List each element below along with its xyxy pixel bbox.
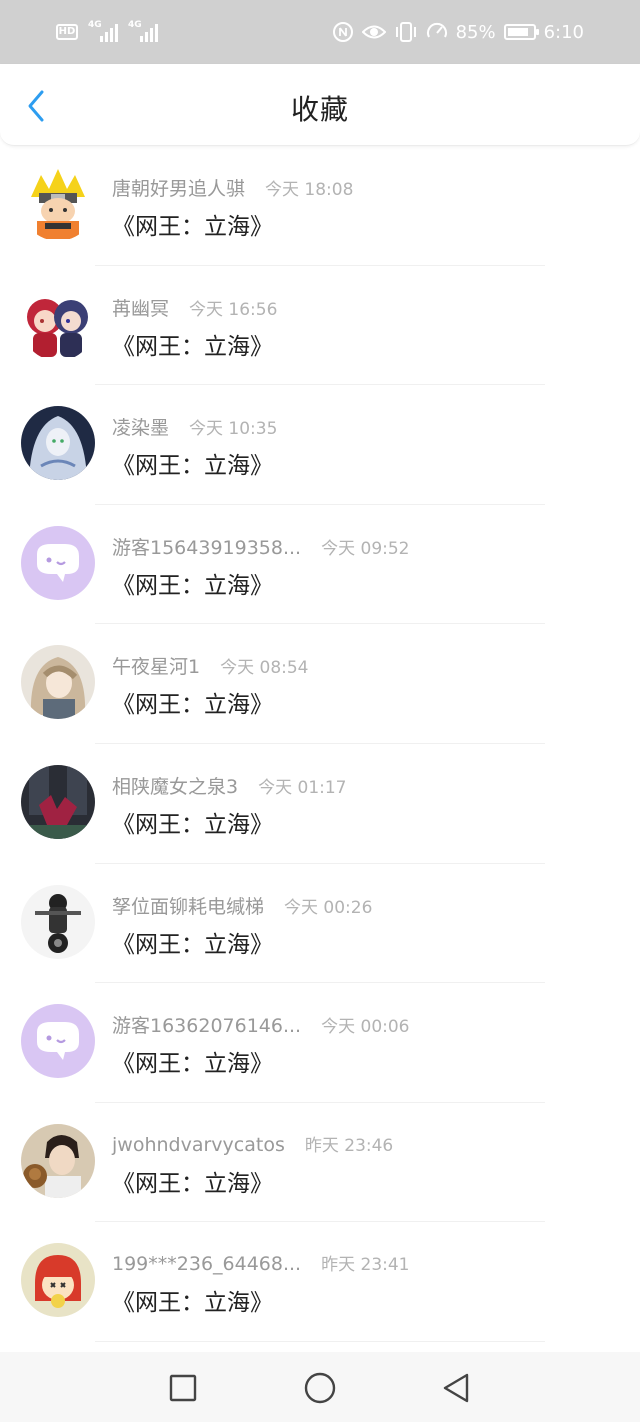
motorcycle-avatar[interactable]: [21, 884, 95, 959]
favorite-list-item[interactable]: 午夜星河1 今天 08:54 《网王：立海》: [0, 624, 640, 744]
username: 凌染墨: [112, 417, 170, 440]
username: 午夜星河1: [112, 656, 201, 679]
username: jwohndvarvycatos: [112, 1133, 285, 1156]
anime-couple-avatar[interactable]: [21, 286, 95, 361]
book-title: 《网王：立海》: [112, 1170, 273, 1197]
timestamp: 今天 16:56: [189, 299, 278, 320]
anime-ninja-avatar[interactable]: [21, 167, 95, 241]
divider: [95, 1340, 545, 1342]
item-meta: jwohndvarvycatos 昨天 23:46: [112, 1131, 393, 1156]
item-meta: 游客16362076146... 今天 00:06: [112, 1011, 410, 1038]
book-title: 《网王：立海》: [112, 692, 273, 719]
username: 唐朝好男追人骐: [112, 178, 246, 200]
recents-button[interactable]: [165, 1370, 201, 1406]
book-title: 《网王：立海》: [112, 453, 273, 480]
back-nav-button[interactable]: [438, 1370, 474, 1406]
status-right: 85% 6:10: [332, 20, 584, 44]
home-circle-icon: [304, 1372, 336, 1404]
book-title: 《网王：立海》: [112, 1290, 273, 1317]
item-meta: 199***236_64468... 昨天 23:41: [112, 1250, 410, 1275]
book-title: 《网王：立海》: [112, 931, 273, 958]
anime-silver-hair-avatar[interactable]: [21, 406, 95, 481]
clock: 6:10: [543, 21, 584, 43]
username: 苒幽冥: [112, 297, 170, 320]
back-triangle-icon: [443, 1373, 469, 1403]
page-title: 收藏: [290, 93, 349, 126]
status-bar: HD 4G 4G 85% 6:10: [0, 0, 640, 64]
signal-icon: 4G: [88, 20, 118, 42]
cartoon-girl-avatar[interactable]: [21, 1243, 95, 1318]
book-title: 《网王：立海》: [112, 811, 273, 838]
favorite-list-item[interactable]: 凌染墨 今天 10:35 《网王：立海》: [0, 385, 640, 505]
hd-icon: HD: [56, 24, 78, 40]
item-meta: 唐朝好男追人骐 今天 18:08: [112, 174, 353, 201]
app-header: 收藏: [0, 64, 640, 146]
favorite-list-item[interactable]: 游客16362076146... 今天 00:06 《网王：立海》: [0, 983, 640, 1103]
item-meta: 孥位面铆耗电缄梯 今天 00:26: [112, 892, 372, 919]
battery-icon: [503, 24, 539, 40]
signal-icon: 4G: [128, 20, 158, 42]
timestamp: 今天 00:06: [321, 1017, 410, 1038]
timestamp: 昨天 23:41: [321, 1255, 410, 1276]
book-title: 《网王：立海》: [112, 333, 273, 360]
timestamp: 今天 09:52: [321, 538, 410, 559]
book-title: 《网王：立海》: [112, 1051, 273, 1078]
vibrate-icon: [395, 22, 416, 42]
dark-photo-avatar[interactable]: [21, 764, 95, 839]
photo-boy-avatar[interactable]: [21, 1123, 95, 1198]
battery-percent: 85%: [455, 21, 496, 43]
item-meta: 午夜星河1 今天 08:54: [112, 652, 309, 679]
item-meta: 苒幽冥 今天 16:56: [112, 294, 277, 321]
favorite-list-item[interactable]: 孥位面铆耗电缄梯 今天 00:26 《网王：立海》: [0, 864, 640, 984]
default-chat-avatar[interactable]: [21, 1004, 95, 1079]
timestamp: 今天 18:08: [265, 180, 354, 200]
favorite-list-item[interactable]: jwohndvarvycatos 昨天 23:46 《网王：立海》: [0, 1103, 640, 1223]
timestamp: 昨天 23:46: [304, 1135, 394, 1156]
hd-badge-label: HD: [56, 24, 78, 40]
nfc-icon: [332, 22, 353, 42]
timestamp: 今天 10:35: [189, 419, 278, 440]
home-button[interactable]: [302, 1370, 338, 1406]
status-left: HD 4G 4G: [56, 20, 158, 44]
favorite-list-item[interactable]: 唐朝好男追人骐 今天 18:08 《网王：立海》: [0, 146, 640, 266]
timestamp: 今天 08:54: [220, 658, 309, 679]
recents-square-icon: [169, 1374, 197, 1402]
favorite-list-item[interactable]: 苒幽冥 今天 16:56 《网王：立海》: [0, 266, 640, 386]
battery-fill: [507, 28, 528, 36]
username: 孥位面铆耗电缄梯: [112, 895, 265, 918]
username: 199***236_64468...: [112, 1253, 302, 1276]
item-meta: 游客15643919358... 今天 09:52: [112, 533, 410, 560]
favorites-list: 唐朝好男追人骐 今天 18:08 《网王：立海》 苒幽冥 今天 16:56 《网王：立海》…: [0, 146, 640, 1342]
book-title: 《网王：立海》: [112, 572, 273, 599]
username: 游客16362076146...: [112, 1015, 302, 1038]
timestamp: 今天 01:17: [258, 777, 347, 798]
default-chat-avatar[interactable]: [21, 525, 95, 600]
username: 游客15643919358...: [112, 536, 302, 559]
item-meta: 相陕魔女之泉3 今天 01:17: [112, 772, 347, 799]
favorite-list-item[interactable]: 游客15643919358... 今天 09:52 《网王：立海》: [0, 505, 640, 625]
timestamp: 今天 00:26: [284, 897, 373, 918]
speedometer-icon: [426, 22, 447, 38]
username: 相陕魔女之泉3: [112, 775, 239, 798]
book-title: 《网王：立海》: [112, 214, 273, 240]
item-meta: 凌染墨 今天 10:35: [112, 413, 277, 440]
system-nav-bar: [0, 1352, 640, 1422]
eye-icon: [361, 25, 386, 39]
favorite-list-item[interactable]: 相陕魔女之泉3 今天 01:17 《网王：立海》: [0, 744, 640, 864]
anime-girl-avatar[interactable]: [21, 645, 95, 720]
favorite-list-item[interactable]: 199***236_64468... 昨天 23:41 《网王：立海》: [0, 1222, 640, 1342]
